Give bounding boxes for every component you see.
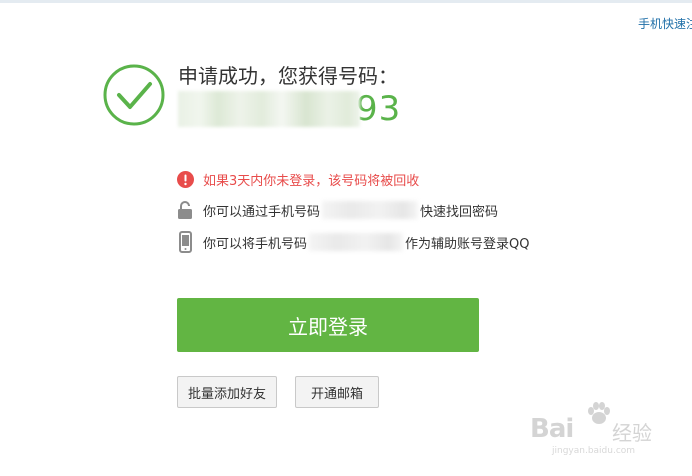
phone-login-info: 你可以将手机号码 作为辅助账号登录QQ (176, 231, 529, 253)
login-info-suffix: 作为辅助账号登录QQ (405, 236, 530, 252)
batch-add-friends-button[interactable]: 批量添加好友 (177, 376, 277, 408)
watermark-text: 经验 (612, 421, 652, 445)
recycle-warning: 如果3天内你未登录，该号码将被回收 (176, 168, 419, 190)
login-info-prefix: 你可以将手机号码 (203, 236, 308, 252)
number-blur-mask (178, 91, 360, 127)
phone-quick-register-link[interactable]: 手机快速注 (638, 15, 692, 32)
baidu-jingyan-watermark: Bai 经验 jingyan.baidu.com (530, 400, 680, 456)
number-visible-digits: 93 (356, 89, 402, 129)
assigned-number: 93 (178, 88, 401, 130)
paw-icon (588, 402, 610, 424)
phone-recovery-info: 你可以通过手机号码 快速找回密码 (176, 199, 498, 221)
top-border (0, 0, 692, 3)
success-title: 申请成功，您获得号码： (178, 64, 398, 88)
recovery-suffix: 快速找回密码 (420, 204, 499, 220)
phone-number-blur (309, 233, 404, 251)
phone-number-blur (322, 201, 419, 219)
open-mailbox-button[interactable]: 开通邮箱 (295, 376, 379, 408)
check-circle-icon (103, 64, 165, 126)
recovery-prefix: 你可以通过手机号码 (203, 204, 321, 220)
watermark-url: jingyan.baidu.com (552, 446, 636, 456)
mobile-phone-icon (176, 231, 194, 253)
login-now-button[interactable]: 立即登录 (177, 298, 479, 352)
warning-text: 如果3天内你未登录，该号码将被回收 (203, 173, 420, 189)
watermark-logo: Bai (530, 414, 574, 444)
exclamation-circle-icon (176, 169, 194, 189)
unlock-icon (176, 200, 194, 220)
